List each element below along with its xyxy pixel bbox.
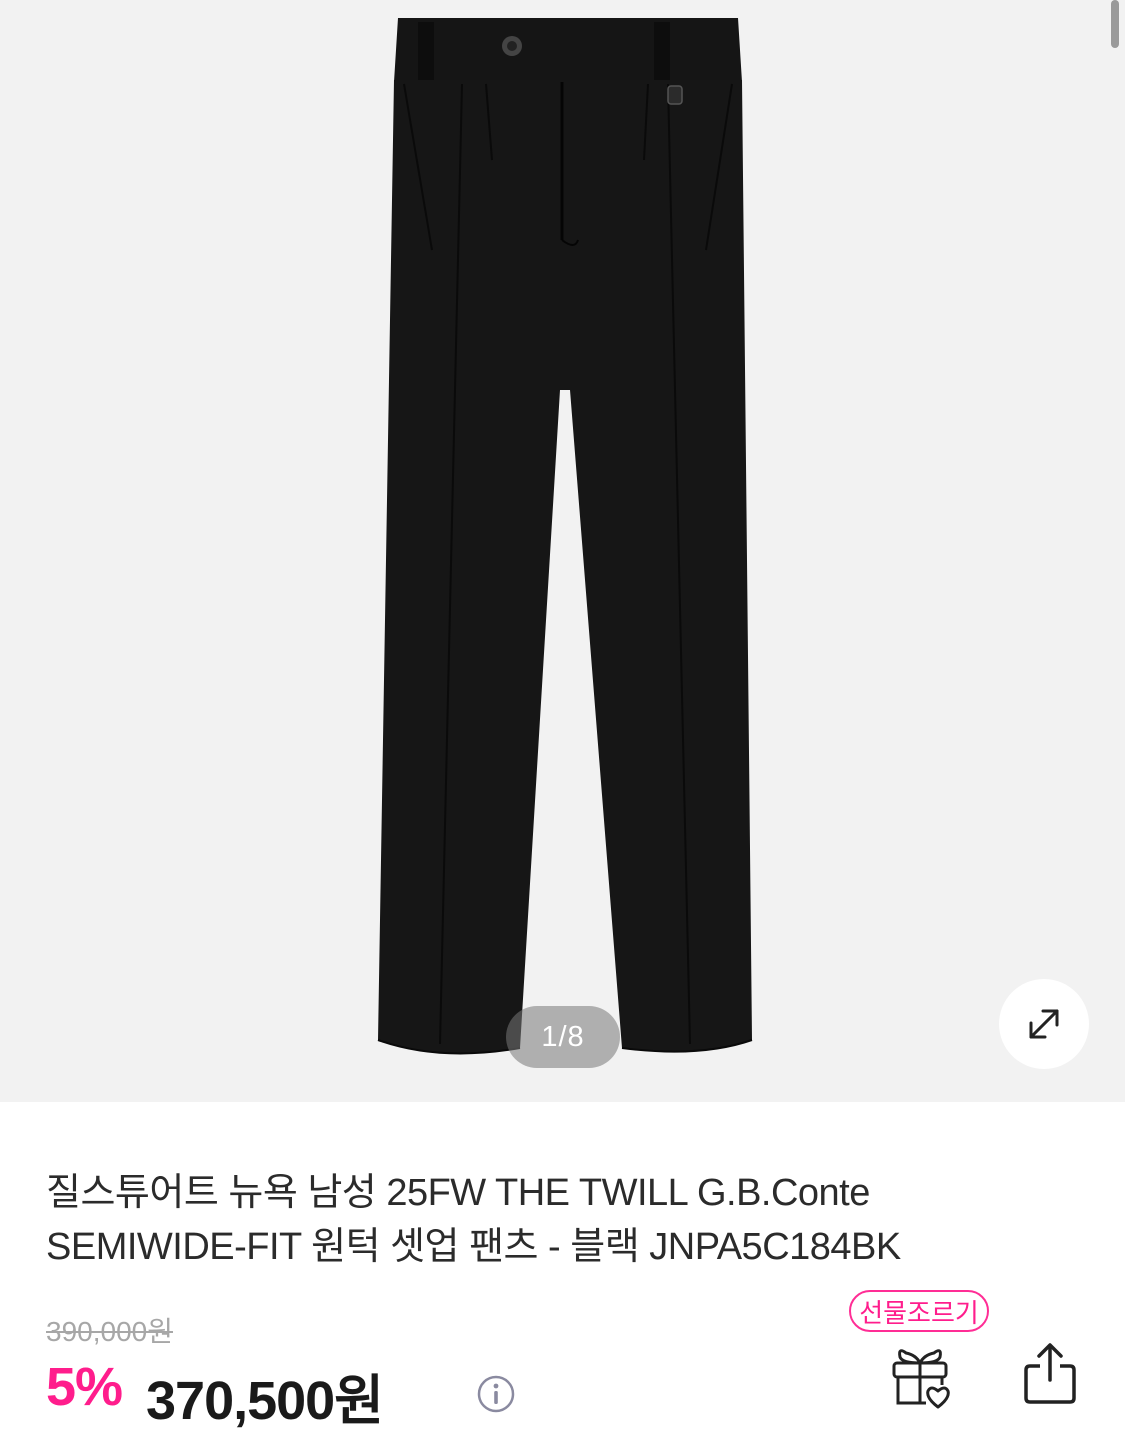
page-scrollbar[interactable] [1111, 0, 1119, 48]
info-icon[interactable] [476, 1374, 516, 1414]
image-counter: 1/8 [506, 1006, 620, 1068]
original-price: 390,000원 [46, 1316, 173, 1347]
expand-image-button[interactable] [999, 979, 1089, 1069]
gift-request-badge[interactable]: 선물조르기 [849, 1290, 989, 1332]
product-image[interactable] [0, 0, 1125, 1102]
sale-price: 370,500원 [146, 1371, 384, 1431]
gift-heart-icon[interactable] [886, 1341, 956, 1411]
discount-rate: 5% [46, 1357, 123, 1417]
share-icon[interactable] [1020, 1340, 1080, 1406]
product-image-gallery[interactable]: 1/8 [0, 0, 1125, 1102]
expand-arrows-icon [1029, 1009, 1059, 1039]
product-title: 질스튜어트 뉴욕 남성 25FW THE TWILL G.B.Conte SEM… [46, 1172, 901, 1268]
